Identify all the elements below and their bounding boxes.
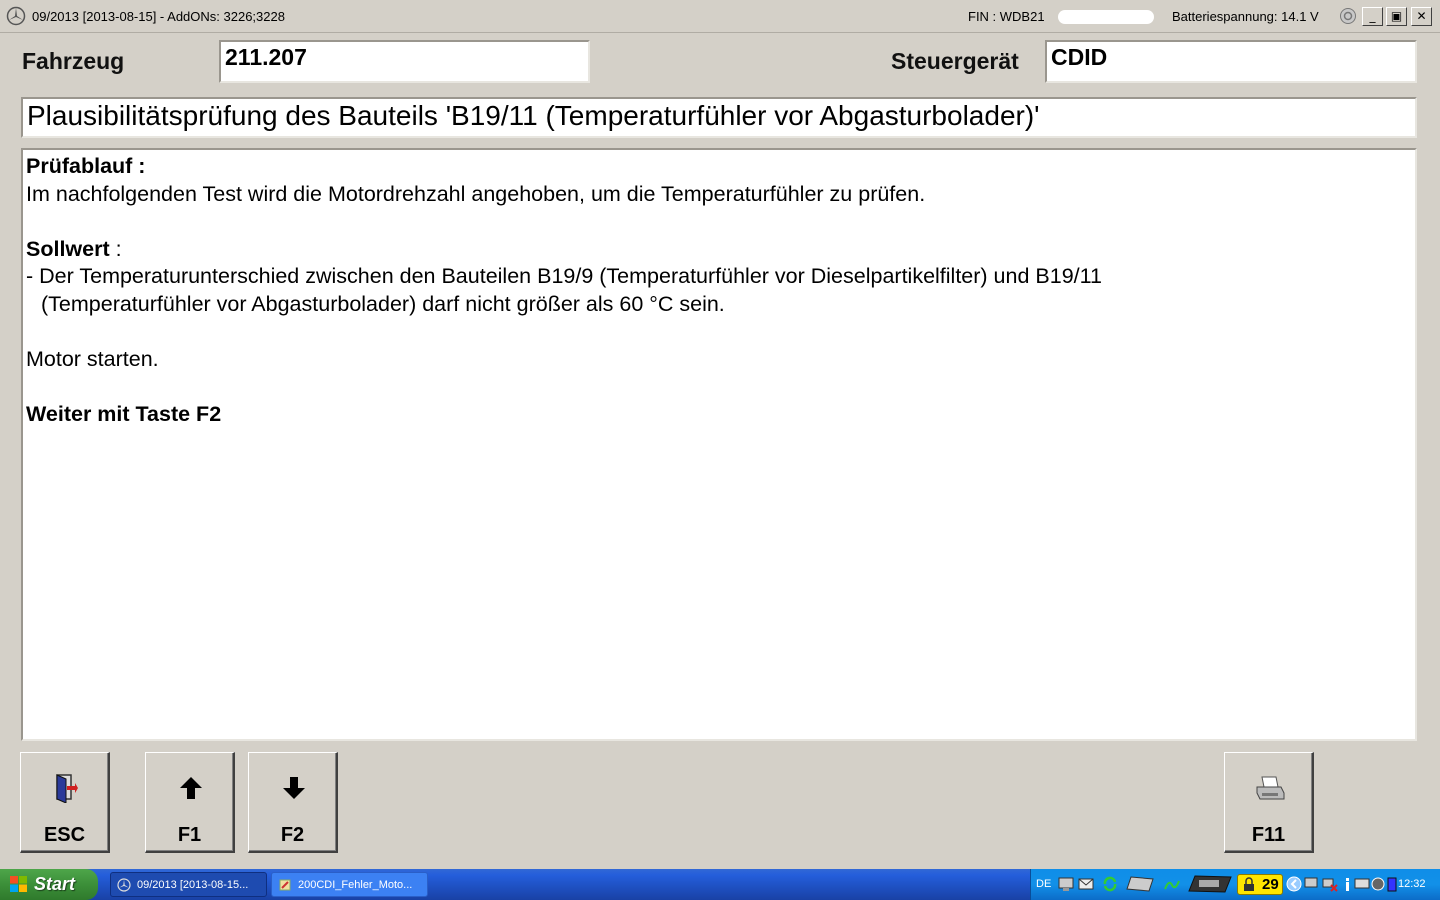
sollwert-line-2: (Temperaturfühler vor Abgasturbolader) d…: [41, 291, 725, 316]
mail-icon[interactable]: [1077, 875, 1095, 893]
arrow-up-icon: [180, 777, 202, 799]
exit-door-icon: [56, 774, 78, 803]
taskbar-item-xentry[interactable]: 09/2013 [2013-08-15...: [110, 872, 267, 897]
f1-button[interactable]: F1: [145, 752, 235, 853]
security-counter-badge[interactable]: 29: [1237, 874, 1283, 895]
sollwert-heading: Sollwert: [26, 236, 110, 261]
diagnosis-device-icon[interactable]: [1187, 875, 1233, 893]
taskbar-item-document[interactable]: 200CDI_Fehler_Moto...: [271, 872, 428, 897]
sollwert-line-1: - Der Temperaturunterschied zwischen den…: [26, 264, 1102, 288]
printer-icon: [1256, 776, 1285, 800]
taskbar-item-label: 200CDI_Fehler_Moto...: [298, 879, 413, 891]
fin-label: FIN : WDB21: [968, 9, 1045, 24]
f11-button[interactable]: F11: [1224, 752, 1314, 853]
windows-logo-icon: [10, 876, 27, 892]
motor-starten-text: Motor starten.: [26, 346, 159, 371]
f1-label: F1: [177, 824, 202, 846]
fin-redaction: [1058, 10, 1154, 24]
paint-icon: [279, 879, 291, 891]
mercedes-star-icon: [6, 6, 26, 26]
taskbar-item-label: 09/2013 [2013-08-15...: [137, 879, 249, 891]
title-bar: 09/2013 [2013-08-15] - AddONs: 3226;3228…: [0, 0, 1440, 33]
battery-voltage: Batteriespannung: 14.1 V: [1172, 9, 1319, 24]
sync-icon[interactable]: [1101, 875, 1119, 893]
monitor-icon[interactable]: [1303, 875, 1321, 893]
fahrzeug-label: Fahrzeug: [22, 48, 125, 74]
esc-label: ESC: [43, 824, 86, 846]
weiter-text: Weiter mit Taste F2: [26, 401, 222, 426]
pruefablauf-heading: Prüfablauf :: [26, 154, 146, 178]
f2-button[interactable]: F2: [248, 752, 338, 853]
f11-label: F11: [1251, 824, 1286, 846]
laptop-icon[interactable]: [1125, 875, 1155, 893]
language-indicator[interactable]: DE: [1036, 878, 1051, 890]
taskbar: Start 09/2013 [2013-08-15... 200CDI_Fehl…: [0, 869, 1440, 900]
gear-status-icon: [1340, 8, 1356, 24]
arrow-down-icon: [283, 777, 305, 799]
steuergeraet-label: Steuergerät: [891, 48, 1019, 74]
mercedes-star-icon: [117, 878, 131, 892]
sollwert-colon: :: [109, 236, 122, 261]
esc-button[interactable]: ESC: [20, 752, 110, 853]
close-button[interactable]: ✕: [1411, 7, 1432, 26]
network-disconnected-icon[interactable]: [1321, 875, 1339, 893]
network-icon[interactable]: [1057, 875, 1075, 893]
test-headline: Plausibilitätsprüfung des Bauteils 'B19/…: [21, 97, 1417, 138]
instruction-panel: Prüfablauf : Im nachfolgenden Test wird …: [21, 148, 1417, 741]
lock-icon: [1244, 877, 1254, 891]
security-counter-value: 29: [1262, 876, 1279, 893]
chevron-left-icon[interactable]: [1285, 875, 1303, 893]
system-tray: DE 29 12:32: [1030, 869, 1440, 900]
start-button[interactable]: Start: [0, 869, 98, 900]
pruefablauf-text: Im nachfolgenden Test wird die Motordreh…: [26, 181, 926, 206]
minimize-button[interactable]: _: [1362, 7, 1383, 26]
start-label: Start: [34, 874, 76, 894]
clock[interactable]: 12:32: [1398, 878, 1426, 890]
window-title: 09/2013 [2013-08-15] - AddONs: 3226;3228: [32, 9, 285, 24]
steuergeraet-field: CDID: [1045, 40, 1417, 83]
f2-label: F2: [280, 824, 305, 846]
wave-icon[interactable]: [1163, 875, 1181, 893]
fahrzeug-field: 211.207: [219, 40, 590, 83]
restore-button[interactable]: ▣: [1386, 7, 1407, 26]
